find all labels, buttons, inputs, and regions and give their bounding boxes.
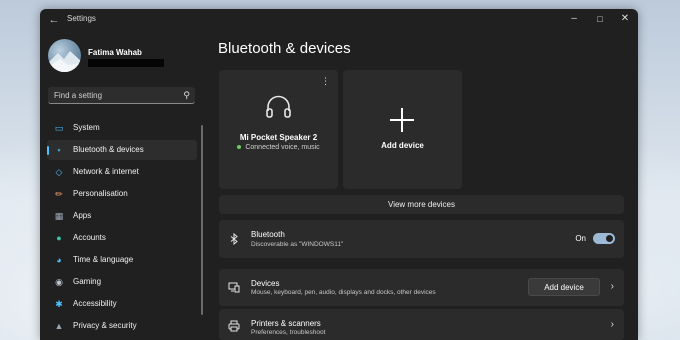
sidebar-item-bluetooth-devices[interactable]: ⋆ Bluetooth & devices — [47, 140, 197, 160]
sidebar-item-label: Apps — [73, 211, 92, 220]
minimize-icon[interactable]: – — [562, 11, 586, 27]
sidebar-item-apps[interactable]: ▦ Apps — [47, 206, 197, 226]
gamepad-icon: ◉ — [55, 277, 63, 287]
bluetooth-toggle[interactable] — [593, 233, 615, 244]
active-indicator — [47, 146, 49, 155]
view-more-devices-button[interactable]: View more devices — [219, 195, 624, 214]
devices-icon — [228, 281, 240, 293]
search-input[interactable]: Find a setting ⚲ — [48, 87, 195, 104]
printers-scanners-row[interactable]: Printers & scanners Preferences, trouble… — [219, 309, 624, 340]
plus-icon — [390, 108, 414, 132]
view-more-devices-label: View more devices — [388, 200, 455, 209]
globe-clock-icon: ◕ — [56, 255, 62, 265]
device-name: Mi Pocket Speaker 2 — [239, 133, 318, 142]
add-device-button[interactable]: Add device — [528, 278, 600, 296]
shield-icon: ▲ — [54, 321, 64, 331]
sidebar-item-accessibility[interactable]: ✱ Accessibility — [47, 294, 197, 314]
user-name: Fatima Wahab — [88, 48, 142, 57]
window-title: Settings — [67, 14, 96, 23]
sidebar-nav: ▭ System ⋆ Bluetooth & devices ◇ Network & in… — [47, 118, 197, 338]
sidebar-item-label: Network & internet — [73, 167, 139, 176]
sidebar-item-accounts[interactable]: ● Accounts — [47, 228, 197, 248]
sidebar-item-network-internet[interactable]: ◇ Network & internet — [47, 162, 197, 182]
device-card[interactable]: ⋮ Mi Pocket Speaker 2 Connected voice, m… — [219, 70, 338, 189]
headphones-icon — [266, 95, 291, 118]
apps-icon: ▦ — [54, 211, 64, 221]
sidebar-item-system[interactable]: ▭ System — [47, 118, 197, 138]
maximize-icon[interactable]: □ — [588, 11, 612, 27]
bluetooth-icon — [228, 232, 240, 246]
devices-subtitle: Mouse, keyboard, pen, audio, displays an… — [251, 289, 436, 296]
chevron-right-icon: › — [610, 319, 614, 330]
bluetooth-subtitle: Discoverable as "WINDOWS11" — [251, 241, 344, 248]
person-icon: ● — [56, 233, 62, 243]
toggle-knob — [606, 235, 613, 242]
redacted-email — [88, 59, 164, 67]
sidebar-item-label: Gaming — [73, 277, 102, 286]
devices-row[interactable]: Devices Mouse, keyboard, pen, audio, dis… — [219, 269, 624, 306]
wifi-icon: ◇ — [55, 167, 63, 177]
page-title: Bluetooth & devices — [218, 40, 351, 57]
accessibility-icon: ✱ — [55, 299, 63, 309]
title-bar: ← Settings – □ ✕ — [40, 9, 638, 31]
bluetooth-icon: ⋆ — [56, 145, 62, 155]
brush-icon: ✏ — [55, 189, 63, 199]
sidebar-item-privacy-security[interactable]: ▲ Privacy & security — [47, 316, 197, 336]
printers-title: Printers & scanners — [251, 319, 321, 328]
add-device-card-label: Add device — [381, 141, 424, 150]
search-icon: ⚲ — [183, 90, 190, 100]
search-placeholder: Find a setting — [54, 91, 103, 100]
sidebar-item-label: Personalisation — [73, 189, 128, 198]
sidebar-scrollbar[interactable] — [201, 125, 203, 315]
settings-window: ← Settings – □ ✕ Fatima Wahab Find a set… — [40, 9, 638, 340]
devices-title: Devices — [251, 279, 280, 288]
connected-dot-icon — [237, 145, 242, 150]
bluetooth-title: Bluetooth — [251, 230, 285, 239]
add-device-card[interactable]: Add device — [343, 70, 462, 189]
printer-icon — [228, 320, 240, 332]
back-arrow-icon[interactable]: ← — [46, 13, 62, 27]
monitor-icon: ▭ — [54, 123, 64, 133]
sidebar-item-label: Bluetooth & devices — [73, 145, 144, 154]
bluetooth-row: Bluetooth Discoverable as "WINDOWS11" On — [219, 220, 624, 258]
more-options-icon[interactable]: ⋮ — [321, 76, 330, 87]
sidebar-item-time-language[interactable]: ◕ Time & language — [47, 250, 197, 270]
sidebar-item-label: Time & language — [73, 255, 134, 264]
sidebar-item-label: Privacy & security — [73, 321, 137, 330]
sidebar-item-gaming[interactable]: ◉ Gaming — [47, 272, 197, 292]
close-icon[interactable]: ✕ — [613, 11, 637, 27]
sidebar-item-label: Accessibility — [73, 299, 117, 308]
add-device-button-label: Add device — [544, 283, 584, 292]
bluetooth-toggle-label: On — [575, 234, 586, 243]
device-status: Connected voice, music — [219, 144, 338, 151]
sidebar-item-label: Accounts — [73, 233, 106, 242]
sidebar-item-personalisation[interactable]: ✏ Personalisation — [47, 184, 197, 204]
chevron-right-icon: › — [610, 281, 614, 292]
device-status-text: Connected voice, music — [245, 144, 320, 151]
sidebar-item-label: System — [73, 123, 100, 132]
avatar — [48, 39, 81, 72]
printers-subtitle: Preferences, troubleshoot — [251, 329, 326, 336]
